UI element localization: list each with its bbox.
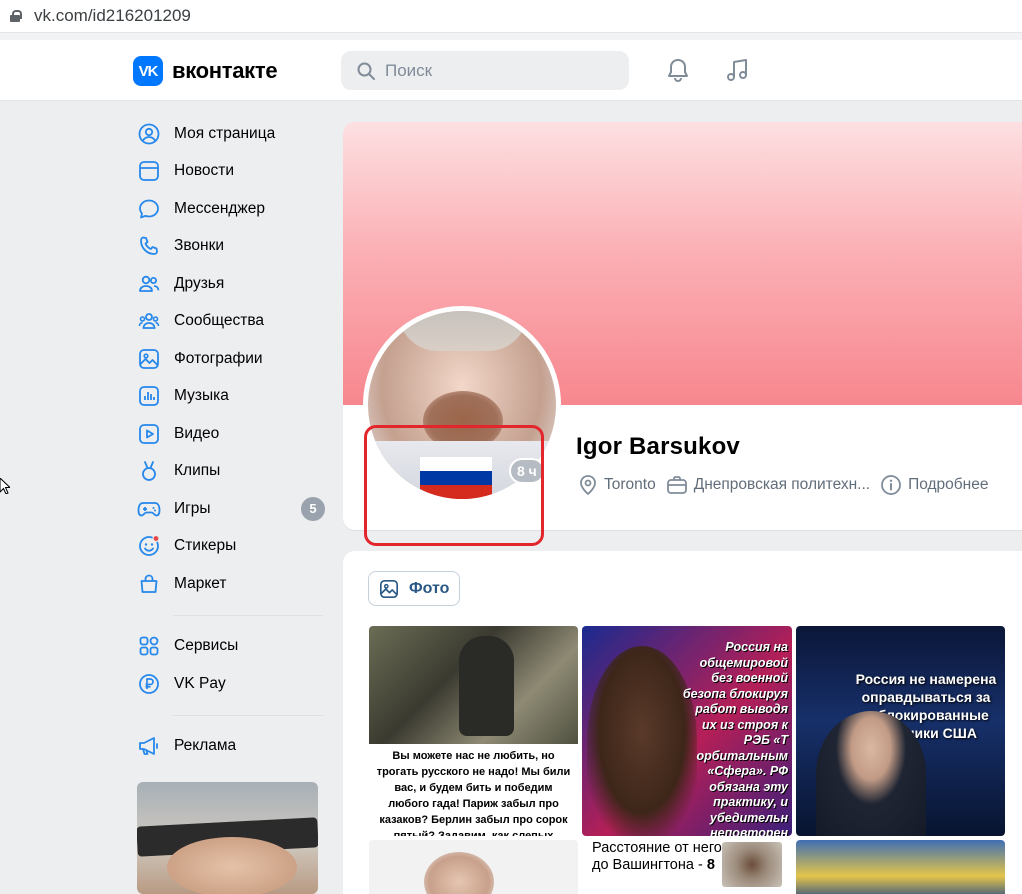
nav-item-friends[interactable]: Друзья	[135, 265, 325, 303]
profile-work[interactable]: Днепровская политехн...	[666, 475, 870, 495]
nav-item-photos[interactable]: Фотографии	[135, 340, 325, 378]
location-text: Toronto	[604, 476, 656, 493]
info-icon	[881, 475, 901, 495]
megaphone-icon	[137, 734, 161, 758]
photo-thumbnail[interactable]: Вы можете нас не любить, но трогать русс…	[369, 626, 578, 836]
site-header: VK вконтакте	[0, 40, 1022, 101]
music-icon	[137, 384, 161, 408]
nav-label: Фотографии	[174, 349, 263, 367]
photo-caption: Вы можете нас не любить, но трогать русс…	[376, 750, 571, 836]
news-icon	[137, 159, 161, 183]
briefcase-icon	[666, 476, 687, 494]
photo-caption: Расстояние от него до Вашингтона -	[592, 840, 722, 873]
gamepad-icon	[137, 497, 161, 521]
nav-item-messenger[interactable]: Мессенджер	[135, 190, 325, 228]
communities-icon	[137, 309, 161, 333]
search-icon	[357, 62, 375, 80]
photo-thumbnail[interactable]: Расстояние от него до Вашингтона - 8	[582, 840, 792, 894]
grid-icon	[137, 634, 161, 658]
nav-item-market[interactable]: Маркет	[135, 565, 325, 603]
clips-icon	[137, 459, 161, 483]
nav-item-clips[interactable]: Клипы	[135, 453, 325, 491]
profile-location[interactable]: Toronto	[578, 474, 656, 496]
sticker-icon	[137, 534, 161, 558]
vk-logo[interactable]: VK вконтакте	[133, 56, 278, 86]
mouse-cursor-icon	[0, 478, 10, 494]
nav-item-my-page[interactable]: Моя страница	[135, 115, 325, 153]
nav-label: VK Pay	[174, 674, 226, 692]
nav-item-vk-pay[interactable]: VK Pay	[135, 665, 325, 703]
profile-more-link[interactable]: Подробнее	[880, 474, 988, 496]
photo-thumbnail[interactable]: Россия на общемировой без военной безопа…	[582, 626, 792, 836]
nav-label: Видео	[174, 424, 220, 442]
games-count-badge: 5	[301, 496, 325, 521]
music-note-icon[interactable]	[722, 55, 752, 85]
nav-item-calls[interactable]: Звонки	[135, 228, 325, 266]
nav-item-services[interactable]: Сервисы	[135, 628, 325, 666]
nav-divider	[173, 714, 323, 716]
nav-divider	[173, 614, 323, 616]
nav-label: Реклама	[174, 737, 237, 755]
lock-icon	[10, 10, 22, 22]
address-bar-divider	[0, 32, 1022, 40]
nav-item-music[interactable]: Музыка	[135, 378, 325, 416]
nav-item-ads[interactable]: Реклама	[135, 728, 325, 766]
ad-banner-image[interactable]	[137, 782, 318, 894]
nav-item-stickers[interactable]: Стикеры	[135, 528, 325, 566]
left-nav: Моя страница Новости Мессенджер Звонки Д…	[135, 115, 325, 765]
nav-label: Моя страница	[174, 124, 276, 142]
more-text: Подробнее	[908, 476, 989, 493]
tab-photos-label: Фото	[409, 579, 450, 597]
nav-item-communities[interactable]: Сообщества	[135, 303, 325, 341]
tab-photos[interactable]: Фото	[368, 571, 461, 606]
chat-bubble-icon	[137, 197, 161, 221]
photo-icon	[137, 347, 161, 371]
ruble-icon	[137, 672, 161, 696]
nav-item-news[interactable]: Новости	[135, 153, 325, 191]
nav-label: Клипы	[174, 462, 221, 480]
vk-logo-text: вконтакте	[172, 58, 278, 83]
nav-label: Сообщества	[174, 312, 265, 330]
profile-name: Igor Barsukov	[576, 433, 740, 460]
friends-icon	[137, 272, 161, 296]
search-input[interactable]	[385, 60, 605, 81]
nav-label: Игры	[174, 499, 211, 517]
nav-label: Мессенджер	[174, 199, 266, 217]
nav-item-video[interactable]: Видео	[135, 415, 325, 453]
search-box[interactable]	[341, 51, 629, 90]
photo-thumbnail[interactable]	[369, 840, 578, 894]
nav-label: Звонки	[174, 237, 225, 255]
nav-label: Музыка	[174, 387, 229, 405]
profile-meta: Toronto Днепровская политехн... Подробне…	[578, 474, 998, 496]
nav-item-games[interactable]: Игры 5	[135, 490, 325, 528]
photo-thumbnail[interactable]	[796, 840, 1005, 894]
user-circle-icon	[137, 122, 161, 146]
url-text[interactable]: vk.com/id216201209	[34, 6, 191, 26]
highlight-annotation-box	[364, 425, 544, 546]
nav-label: Друзья	[174, 274, 225, 292]
nav-label: Стикеры	[174, 537, 237, 555]
location-pin-icon	[580, 475, 596, 496]
nav-label: Новости	[174, 162, 235, 180]
nav-label: Маркет	[174, 574, 227, 592]
bag-icon	[137, 572, 161, 596]
photo-icon	[380, 579, 398, 598]
nav-label: Сервисы	[174, 637, 239, 655]
phone-icon	[137, 234, 161, 258]
photo-thumbnail[interactable]: Россия не намерена оправдываться за забл…	[796, 626, 1005, 836]
photo-caption-number: 8	[706, 857, 715, 873]
browser-address-bar[interactable]: vk.com/id216201209	[0, 0, 1022, 32]
bell-icon[interactable]	[663, 55, 693, 85]
vk-logo-mark: VK	[133, 56, 163, 86]
video-icon	[137, 422, 161, 446]
photo-caption: Россия на общемировой без военной безопа…	[682, 640, 788, 836]
work-text: Днепровская политехн...	[693, 476, 871, 493]
